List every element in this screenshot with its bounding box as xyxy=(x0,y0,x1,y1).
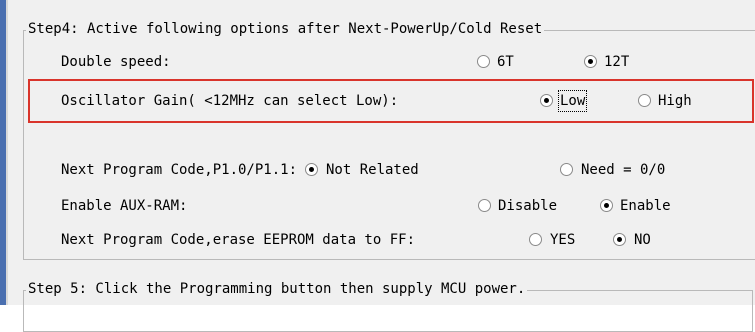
next-program-need-radio[interactable] xyxy=(560,163,573,176)
aux-ram-enable-label[interactable]: Enable xyxy=(620,197,671,215)
options-panel: Step4: Active following options after Ne… xyxy=(8,0,755,332)
step4-title: Step4: Active following options after Ne… xyxy=(26,21,545,37)
step5-title: Step 5: Click the Programming button the… xyxy=(26,281,528,297)
double-speed-6t-radio[interactable] xyxy=(477,55,490,68)
next-program-not-related-radio[interactable] xyxy=(305,163,318,176)
aux-ram-enable-radio[interactable] xyxy=(600,199,613,212)
double-speed-12t-radio[interactable] xyxy=(584,55,597,68)
aux-ram-disable-radio[interactable] xyxy=(478,199,491,212)
next-program-label: Next Program Code,P1.0/P1.1: xyxy=(61,162,298,178)
erase-eeprom-label: Next Program Code,erase EEPROM data to F… xyxy=(61,232,416,248)
aux-ram-disable-label[interactable]: Disable xyxy=(498,197,557,215)
double-speed-6t-label[interactable]: 6T xyxy=(497,53,514,71)
annotation-highlight-box xyxy=(28,79,754,123)
double-speed-12t-label[interactable]: 12T xyxy=(604,53,629,71)
erase-eeprom-no-label[interactable]: NO xyxy=(634,231,651,249)
erase-eeprom-yes-label[interactable]: YES xyxy=(550,231,575,249)
next-program-not-related-label[interactable]: Not Related xyxy=(326,161,419,179)
aux-ram-label: Enable AUX-RAM: xyxy=(61,198,188,214)
next-program-need-label[interactable]: Need = 0/0 xyxy=(581,161,665,179)
erase-eeprom-yes-radio[interactable] xyxy=(529,233,542,246)
double-speed-label: Double speed: xyxy=(61,54,171,70)
erase-eeprom-no-radio[interactable] xyxy=(613,233,626,246)
